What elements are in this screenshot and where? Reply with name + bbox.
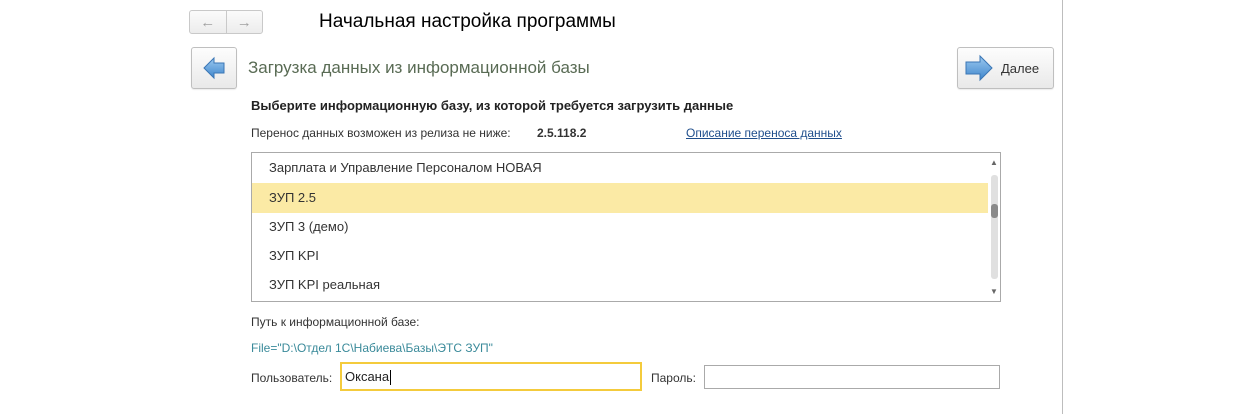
user-field[interactable]: Оксана (340, 362, 642, 391)
arrow-right-icon: → (236, 13, 252, 31)
arrow-left-icon: ← (200, 13, 216, 31)
list-item[interactable]: Зарплата и Управление Персоналом НОВАЯ (252, 153, 988, 183)
password-label: Пароль: (651, 371, 696, 385)
scroll-up-icon[interactable]: ▲ (990, 159, 998, 167)
base-path-label: Путь к информационной базе: (251, 315, 420, 329)
user-field-value: Оксана (345, 369, 390, 384)
next-button[interactable]: Далее (957, 47, 1054, 89)
list-item[interactable]: ЗУП KPI реальная (252, 270, 988, 300)
next-button-label: Далее (1001, 60, 1040, 76)
database-list[interactable]: Зарплата и Управление Персоналом НОВАЯ З… (251, 152, 1001, 302)
user-label: Пользователь: (251, 371, 333, 385)
history-nav: ← → (189, 10, 263, 34)
history-forward-button[interactable]: → (225, 11, 263, 33)
list-item-selected[interactable]: ЗУП 2.5 (252, 183, 988, 213)
scroll-thumb[interactable] (991, 204, 998, 218)
back-arrow-icon (203, 56, 225, 80)
scroll-down-icon[interactable]: ▼ (990, 288, 998, 296)
scroll-track[interactable] (991, 175, 998, 279)
min-release-label: Перенос данных возможен из релиза не ниж… (251, 126, 511, 140)
list-scrollbar[interactable]: ▲ ▼ (988, 153, 1000, 301)
base-path-value: File="D:\Отдел 1С\Набиева\Базы\ЭТС ЗУП" (251, 341, 493, 355)
select-base-prompt: Выберите информационную базу, из которой… (251, 98, 734, 113)
history-back-button[interactable]: ← (190, 11, 226, 33)
next-arrow-icon (965, 54, 993, 82)
back-button[interactable] (191, 47, 237, 89)
text-caret (390, 370, 392, 386)
min-release-value: 2.5.118.2 (537, 126, 587, 140)
list-item[interactable]: ЗУП 3 (демо) (252, 212, 988, 242)
window-border (1062, 0, 1063, 414)
window-title: Начальная настройка программы (319, 11, 616, 32)
page-title: Загрузка данных из информационной базы (248, 58, 590, 77)
password-field[interactable] (704, 365, 1000, 389)
list-item[interactable]: ЗУП KPI (252, 241, 988, 271)
transfer-description-link[interactable]: Описание переноса данных (686, 126, 842, 140)
